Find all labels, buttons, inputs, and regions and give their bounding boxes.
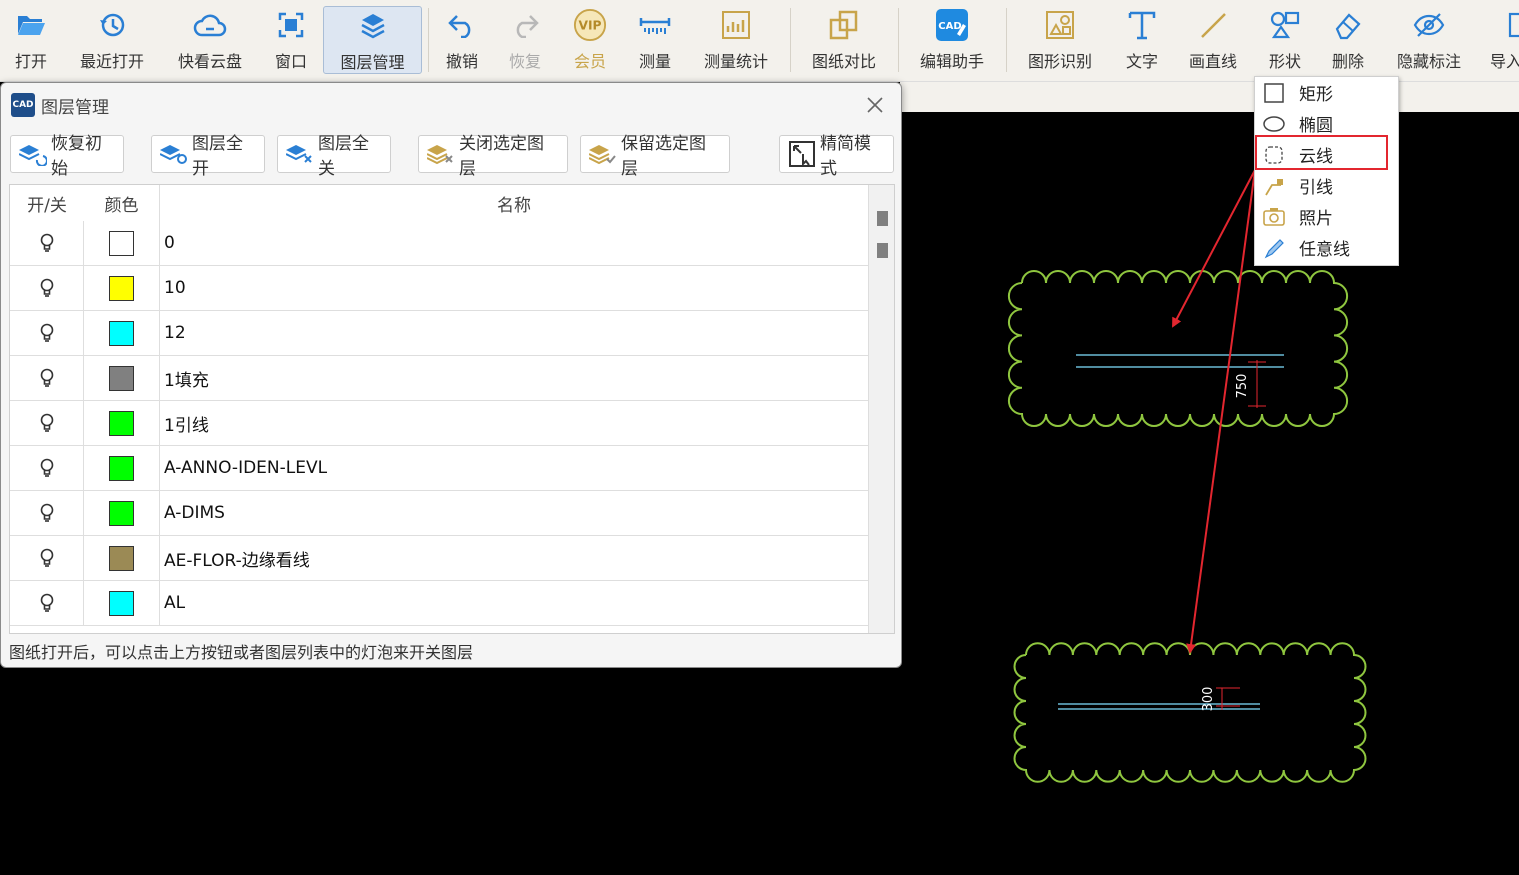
layer-color-cell[interactable] xyxy=(84,311,160,355)
revision-cloud-upper xyxy=(1007,270,1349,427)
bulb-toggle[interactable] xyxy=(10,356,84,400)
color-swatch[interactable] xyxy=(109,320,134,346)
menu-item-freehand-line[interactable]: 任意线 xyxy=(1255,232,1398,263)
dimension-label-300: 300 xyxy=(1201,687,1216,712)
column-header-toggle[interactable]: 开/关 xyxy=(10,185,84,221)
layer-color-cell[interactable] xyxy=(84,221,160,265)
shape-dropdown-menu: 矩形 椭圆 云线 引线 照片 任意线 xyxy=(1254,76,1399,266)
bulb-toggle[interactable] xyxy=(10,266,84,310)
bulb-toggle[interactable] xyxy=(10,401,84,445)
layer-color-cell[interactable] xyxy=(84,446,160,490)
bulb-toggle[interactable] xyxy=(10,536,84,580)
keep-selected-layers-button[interactable]: 保留选定图层 xyxy=(580,134,730,179)
table-row[interactable]: 1填充 xyxy=(10,356,868,401)
table-row[interactable]: AE-FLOR-边缘看线 xyxy=(10,536,868,581)
table-row[interactable]: AL xyxy=(10,581,868,626)
simple-mode-button[interactable]: 精简模式 xyxy=(779,134,894,179)
menu-item-photo[interactable]: 照片 xyxy=(1255,201,1398,232)
layer-list-scrollbar[interactable] xyxy=(868,185,894,633)
color-swatch[interactable] xyxy=(109,410,134,436)
color-swatch[interactable] xyxy=(109,455,134,481)
table-row[interactable]: 10 xyxy=(10,266,868,311)
layer-name: 1引线 xyxy=(164,415,209,436)
rectangle-icon xyxy=(1263,82,1285,104)
close-selected-layers-button[interactable]: 关闭选定图层 xyxy=(418,134,568,179)
bulb-toggle[interactable] xyxy=(10,446,84,490)
annotation-arrow-upper xyxy=(1172,169,1256,328)
scroll-up-marker[interactable] xyxy=(877,211,888,226)
layer-list-header: 开/关 颜色 名称 xyxy=(10,185,868,221)
cad-logo-icon: CAD xyxy=(11,93,35,117)
layer-color-cell[interactable] xyxy=(84,536,160,580)
annotation-arrow-lower xyxy=(1186,169,1256,654)
table-row[interactable]: A-DIMS xyxy=(10,491,868,536)
layers-off-icon xyxy=(286,142,314,166)
lightbulb-icon[interactable] xyxy=(40,548,54,568)
table-row[interactable]: 1引线 xyxy=(10,401,868,446)
color-swatch[interactable] xyxy=(109,275,134,301)
layer-name: A-ANNO-IDEN-LEVL xyxy=(164,458,328,478)
color-swatch[interactable] xyxy=(109,590,134,616)
lightbulb-icon[interactable] xyxy=(40,593,54,613)
lightbulb-icon[interactable] xyxy=(40,503,54,523)
layer-color-cell[interactable] xyxy=(84,266,160,310)
bulb-toggle[interactable] xyxy=(10,581,84,625)
layer-name: AE-FLOR-边缘看线 xyxy=(164,550,310,571)
layer-name: 1填充 xyxy=(164,370,209,391)
dialog-status-text: 图纸打开后，可以点击上方按钮或者图层列表中的灯泡来开关图层 xyxy=(9,643,474,662)
layers-on-icon xyxy=(160,142,188,166)
color-swatch[interactable] xyxy=(109,500,134,526)
layer-color-cell[interactable] xyxy=(84,401,160,445)
layer-name: 10 xyxy=(164,278,186,298)
lightbulb-icon[interactable] xyxy=(40,233,54,253)
layer-name: A-DIMS xyxy=(164,503,225,523)
dialog-title: 图层管理 xyxy=(41,97,109,118)
revision-cloud-lower xyxy=(1013,642,1367,783)
menu-item-rectangle[interactable]: 矩形 xyxy=(1255,77,1398,108)
lightbulb-icon[interactable] xyxy=(40,368,54,388)
dimension-lower: 300 xyxy=(1201,687,1240,712)
restore-initial-button[interactable]: 恢复初始 xyxy=(10,134,124,179)
color-swatch[interactable] xyxy=(109,545,134,571)
lightbulb-icon[interactable] xyxy=(40,323,54,343)
layer-color-cell[interactable] xyxy=(84,581,160,625)
layer-name: 0 xyxy=(164,233,175,253)
wall-lines-upper xyxy=(1076,354,1284,368)
layers-close-selected-icon xyxy=(427,142,455,166)
close-icon[interactable] xyxy=(865,95,885,115)
layer-name: AL xyxy=(164,593,186,613)
table-row[interactable]: 0 xyxy=(10,221,868,266)
all-layers-on-button[interactable]: 图层全开 xyxy=(151,134,265,179)
layer-management-dialog: CAD 图层管理 恢复初始 图层全开 图层全关 关闭选定图层 保留选定图层 精简… xyxy=(0,82,902,668)
simple-mode-icon xyxy=(788,141,816,167)
camera-icon xyxy=(1263,206,1285,228)
menu-item-leader-line[interactable]: 引线 xyxy=(1255,170,1398,201)
selected-item-highlight xyxy=(1255,135,1388,170)
color-swatch[interactable] xyxy=(109,365,134,391)
dialog-title-bar: CAD 图层管理 xyxy=(11,93,109,118)
bulb-toggle[interactable] xyxy=(10,311,84,355)
ellipse-icon xyxy=(1263,113,1285,135)
freehand-line-icon xyxy=(1263,237,1285,259)
layer-name: 12 xyxy=(164,323,186,343)
layer-color-cell[interactable] xyxy=(84,356,160,400)
layer-list: 开/关 颜色 名称 0 10 12 1填充 1引线 A-ANNO-IDEN-LEVL A-D… xyxy=(9,184,895,634)
all-layers-off-button[interactable]: 图层全关 xyxy=(277,134,391,179)
scroll-thumb[interactable] xyxy=(877,243,888,258)
layers-keep-selected-icon xyxy=(589,142,617,166)
table-row[interactable]: 12 xyxy=(10,311,868,356)
bulb-toggle[interactable] xyxy=(10,221,84,265)
dimension-label-750: 750 xyxy=(1235,374,1250,399)
lightbulb-icon[interactable] xyxy=(40,278,54,298)
color-swatch[interactable] xyxy=(109,230,134,256)
leader-line-icon xyxy=(1263,175,1285,197)
column-header-color[interactable]: 颜色 xyxy=(84,185,160,221)
table-row[interactable]: A-ANNO-IDEN-LEVL xyxy=(10,446,868,491)
bulb-toggle[interactable] xyxy=(10,491,84,535)
layer-color-cell[interactable] xyxy=(84,491,160,535)
layers-restore-icon xyxy=(19,142,47,166)
lightbulb-icon[interactable] xyxy=(40,458,54,478)
lightbulb-icon[interactable] xyxy=(40,413,54,433)
column-header-name[interactable]: 名称 xyxy=(160,185,868,221)
